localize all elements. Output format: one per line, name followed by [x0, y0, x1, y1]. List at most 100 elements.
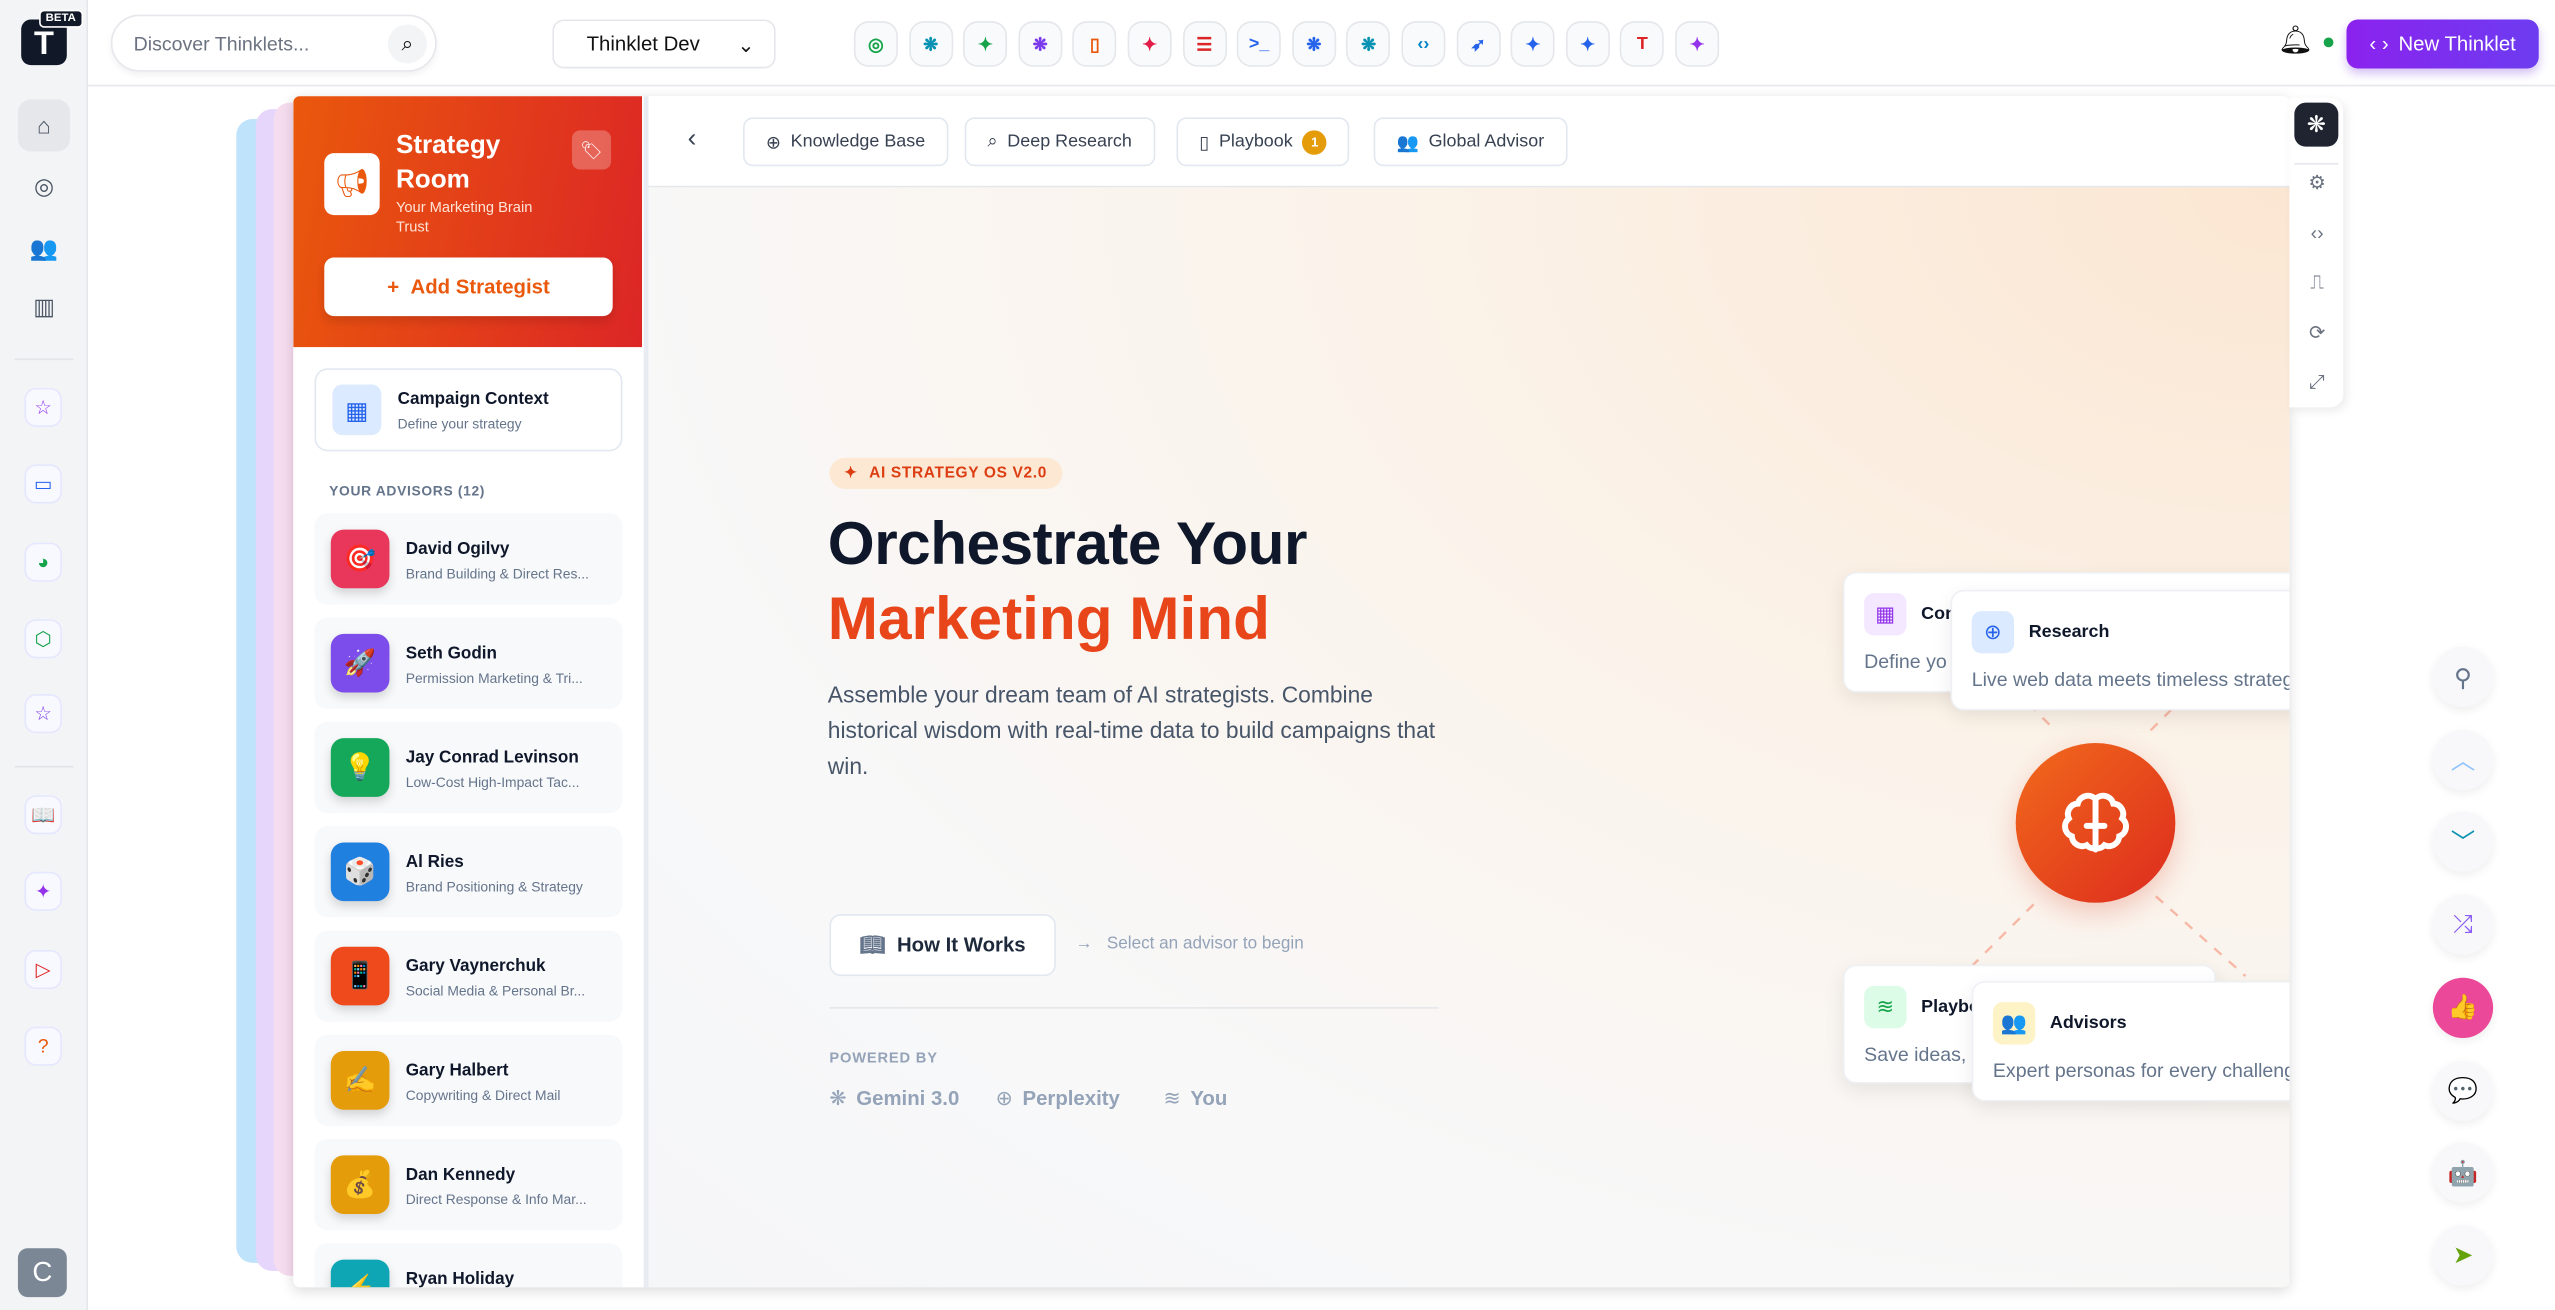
- settings-button[interactable]: ⚙: [2299, 165, 2335, 201]
- advisor-item[interactable]: 💰 Dan Kennedy Direct Response & Info Mar..…: [314, 1139, 623, 1231]
- advisor-name: Seth Godin: [405, 643, 497, 664]
- bookmark-button[interactable]: ⎍: [2299, 264, 2335, 300]
- hero-area: ✦ AI STRATEGY OS V2.0 Orchestrate Your Ma…: [648, 187, 2290, 1288]
- workspace-select[interactable]: Thinklet Dev ⌄: [552, 19, 776, 69]
- rail-app[interactable]: ▭: [24, 464, 62, 504]
- quick-launch-button[interactable]: >_: [1237, 21, 1282, 67]
- rail-nav-compass[interactable]: ◎: [18, 160, 70, 212]
- code-icon: ‹ ›: [2369, 32, 2389, 56]
- context-title: Campaign Context: [397, 389, 549, 410]
- campaign-context-card[interactable]: ▦ Campaign Context Define your strategy: [314, 368, 623, 452]
- quick-launch-button[interactable]: ✦: [1127, 21, 1172, 67]
- panel-title: Strategy Room: [395, 131, 501, 194]
- star-icon: ☆: [34, 395, 52, 419]
- tab-global-advisor[interactable]: 👥 Global Advisor: [1373, 117, 1567, 167]
- quick-launch-button[interactable]: ▯: [1072, 21, 1117, 67]
- laptop-icon: ▭: [33, 472, 53, 496]
- layout-grid-icon: ▦: [1864, 593, 1907, 636]
- advisor-name: Gary Halbert: [405, 1060, 509, 1081]
- book-icon: 📖: [30, 803, 56, 827]
- brain-icon: [2062, 792, 2129, 853]
- megaphone-icon: 📢︎: [324, 153, 380, 216]
- tab-knowledge-base[interactable]: ⊕ Knowledge Base: [743, 117, 949, 167]
- rail-extra[interactable]: 📖: [24, 795, 62, 835]
- quick-launch-button[interactable]: ➶: [1456, 21, 1501, 67]
- thumbs-up-button[interactable]: 👍: [2432, 977, 2494, 1038]
- feature-description: Live web data meets timeless strategy.: [1971, 668, 2290, 691]
- sparkle-icon: ✦: [1525, 35, 1541, 55]
- advisor-item[interactable]: ✍ Gary Halbert Copywriting & Direct Mail: [314, 1034, 623, 1126]
- advisor-item[interactable]: 💡 Jay Conrad Levinson Low-Cost High-Impact…: [314, 721, 623, 814]
- home-icon: ⌂: [37, 112, 51, 139]
- strategy-room-window: 📢︎ Strategy Room Your Marketing Brain Tr…: [293, 96, 2290, 1288]
- advisor-item[interactable]: 📱 Gary Vaynerchuk Social Media & Personal …: [314, 930, 623, 1022]
- quick-launch-button[interactable]: ✦: [1510, 21, 1555, 67]
- rail-app[interactable]: ☆: [24, 387, 62, 427]
- add-strategist-button[interactable]: + Add Strategist: [324, 257, 613, 317]
- tab-deep-research[interactable]: ⌕ Deep Research: [964, 117, 1155, 167]
- code-button[interactable]: ‹›: [2299, 214, 2335, 250]
- shuffle-icon: ⤮: [2453, 911, 2473, 939]
- quick-launch-button[interactable]: ✦: [1565, 21, 1610, 67]
- quick-launch-button[interactable]: ❋: [1346, 21, 1391, 67]
- provider-item: ≋ You: [1163, 1085, 1227, 1110]
- refresh-icon: ⟳: [2308, 320, 2326, 344]
- search-icon[interactable]: ⌕: [387, 24, 427, 64]
- send-button[interactable]: ➤: [2432, 1225, 2494, 1286]
- rail-app[interactable]: ⬡: [24, 619, 62, 659]
- back-chevron-icon[interactable]: ‹: [688, 125, 697, 154]
- quick-launch-button[interactable]: ❋: [1018, 21, 1063, 67]
- rail-extra[interactable]: ✦: [24, 871, 62, 911]
- playbook-count-badge: 1: [1302, 129, 1327, 154]
- brain-menu-button[interactable]: ❋: [2294, 102, 2339, 147]
- chevron-up-button[interactable]: ︿: [2432, 729, 2494, 790]
- advisor-description: Social Media & Personal Br...: [405, 982, 586, 999]
- advisor-avatar: ✍: [330, 1051, 390, 1110]
- workspace-label: Thinklet Dev: [586, 32, 700, 56]
- chevron-down-button[interactable]: ﹀: [2432, 812, 2494, 873]
- star-icon: ☆: [34, 702, 52, 726]
- rail-nav-home[interactable]: ⌂: [17, 99, 71, 152]
- sliders-icon: ☰: [1196, 35, 1213, 55]
- shuffle-button[interactable]: ⤮: [2432, 894, 2494, 956]
- rail-app[interactable]: ☆: [24, 694, 62, 734]
- rail-app[interactable]: ◕: [24, 542, 62, 582]
- user-avatar[interactable]: C: [17, 1248, 67, 1298]
- tag-icon[interactable]: 🏷︎: [571, 130, 612, 170]
- quick-launch-button[interactable]: ❋: [1291, 21, 1336, 67]
- send-icon: ➤: [2452, 1242, 2474, 1271]
- expand-button[interactable]: ⤢: [2299, 363, 2335, 399]
- rail-extra[interactable]: ▷: [24, 949, 62, 990]
- rail-extra[interactable]: ?: [24, 1026, 62, 1066]
- refresh-button[interactable]: ⟳: [2299, 314, 2335, 350]
- quick-launch-button[interactable]: ❋: [908, 21, 953, 67]
- chat-button[interactable]: 💬: [2432, 1059, 2494, 1121]
- rail-nav-users[interactable]: 👥: [18, 222, 70, 274]
- layout-grid-icon: ▦: [332, 384, 382, 436]
- quick-launch-button[interactable]: ‹›: [1401, 21, 1446, 67]
- quick-launch-button[interactable]: T: [1620, 21, 1665, 67]
- quick-launch-button[interactable]: ◎: [853, 21, 898, 67]
- advisor-item[interactable]: 🎲 Al Ries Brand Positioning & Strategy: [314, 826, 623, 918]
- advisor-name: David Ogilvy: [405, 539, 510, 559]
- new-thinklet-button[interactable]: ‹ › New Thinklet: [2346, 19, 2539, 69]
- quick-launch-button[interactable]: ✦: [1675, 21, 1720, 67]
- advisor-description: Direct Response & Info Mar...: [405, 1191, 587, 1208]
- rail-nav-library[interactable]: ▥: [18, 280, 70, 332]
- bot-button[interactable]: 🤖: [2432, 1142, 2494, 1203]
- sliders-button[interactable]: ⚲: [2432, 646, 2494, 708]
- brain-icon: ❋: [1361, 35, 1377, 55]
- advisor-item[interactable]: 🚀 Seth Godin Permission Marketing & Tri...: [314, 617, 623, 709]
- status-dot: [2323, 37, 2334, 48]
- bell-icon[interactable]: 🔔︎: [2278, 24, 2313, 57]
- advisor-name: Gary Vaynerchuk: [405, 956, 546, 977]
- advisor-item[interactable]: 🎯 David Ogilvy Brand Building & Direct Res…: [314, 513, 623, 605]
- search-input[interactable]: Discover Thinklets... ⌕: [110, 14, 437, 72]
- tab-playbook[interactable]: ▯ Playbook 1: [1176, 117, 1350, 167]
- advisor-description: Brand Building & Direct Res...: [405, 565, 589, 582]
- advisor-item[interactable]: ⚡ Ryan Holiday: [314, 1243, 623, 1288]
- rocket-icon: ➶: [1470, 35, 1486, 55]
- quick-launch-button[interactable]: ✦: [963, 21, 1008, 67]
- quick-launch-button[interactable]: ☰: [1182, 21, 1227, 67]
- chevron-up-icon: ︿: [2450, 747, 2476, 776]
